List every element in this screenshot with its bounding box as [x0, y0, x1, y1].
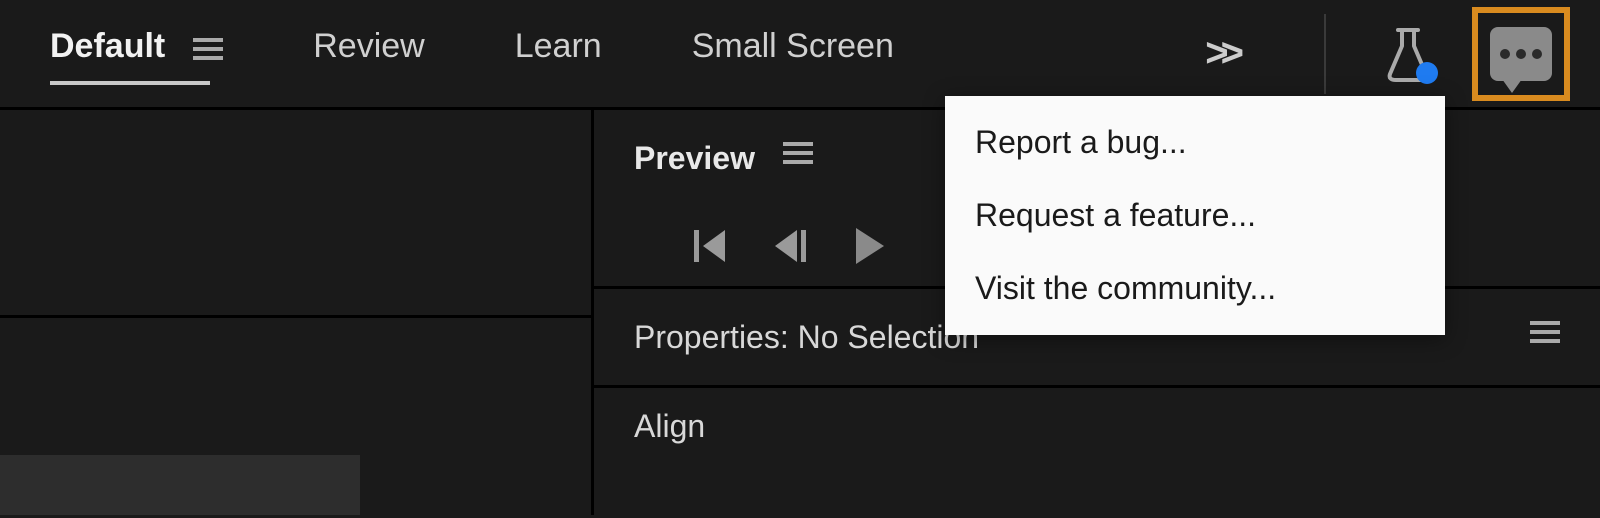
beaker-notification-dot: [1416, 62, 1438, 84]
beaker-icon[interactable]: [1384, 26, 1432, 82]
left-panel-divider: [0, 315, 591, 318]
properties-menu-icon[interactable]: [1530, 321, 1560, 343]
active-tab-underline: [50, 81, 210, 85]
feedback-button-highlight: [1472, 7, 1570, 101]
left-sub-panel: [0, 455, 360, 515]
menu-report-bug[interactable]: Report a bug...: [945, 106, 1445, 179]
workspace-tabs: Default Review Learn Small Screen: [50, 27, 894, 80]
play-icon[interactable]: [856, 228, 884, 264]
skip-to-start-icon[interactable]: [694, 230, 725, 262]
workspace-small-screen-label[interactable]: Small Screen: [692, 27, 894, 80]
workspace-learn-label[interactable]: Learn: [515, 27, 602, 80]
align-panel-header: Align: [594, 388, 1600, 445]
topbar-right: >>: [1205, 0, 1600, 107]
workspace-small-screen[interactable]: Small Screen: [692, 27, 894, 80]
preview-title[interactable]: Preview: [634, 140, 755, 177]
feedback-dropdown: Report a bug... Request a feature... Vis…: [945, 96, 1445, 335]
topbar-divider: [1324, 14, 1326, 94]
feedback-icon[interactable]: [1490, 27, 1552, 81]
more-workspaces-icon[interactable]: >>: [1205, 31, 1236, 76]
workspace-review-label[interactable]: Review: [313, 27, 424, 80]
workspace-default-menu-icon[interactable]: [193, 38, 223, 60]
workspace-default-label[interactable]: Default: [50, 27, 165, 80]
menu-visit-community[interactable]: Visit the community...: [945, 252, 1445, 325]
preview-menu-icon[interactable]: [783, 142, 813, 164]
properties-title[interactable]: Properties: No Selection: [634, 319, 979, 356]
step-back-icon[interactable]: [775, 230, 806, 262]
workspace-learn[interactable]: Learn: [515, 27, 602, 80]
workspace-review[interactable]: Review: [313, 27, 424, 80]
workspace-bar: Default Review Learn Small Screen >>: [0, 0, 1600, 110]
align-title[interactable]: Align: [634, 408, 705, 444]
menu-request-feature[interactable]: Request a feature...: [945, 179, 1445, 252]
workspace-default[interactable]: Default: [50, 27, 223, 80]
left-panel: [0, 110, 594, 515]
